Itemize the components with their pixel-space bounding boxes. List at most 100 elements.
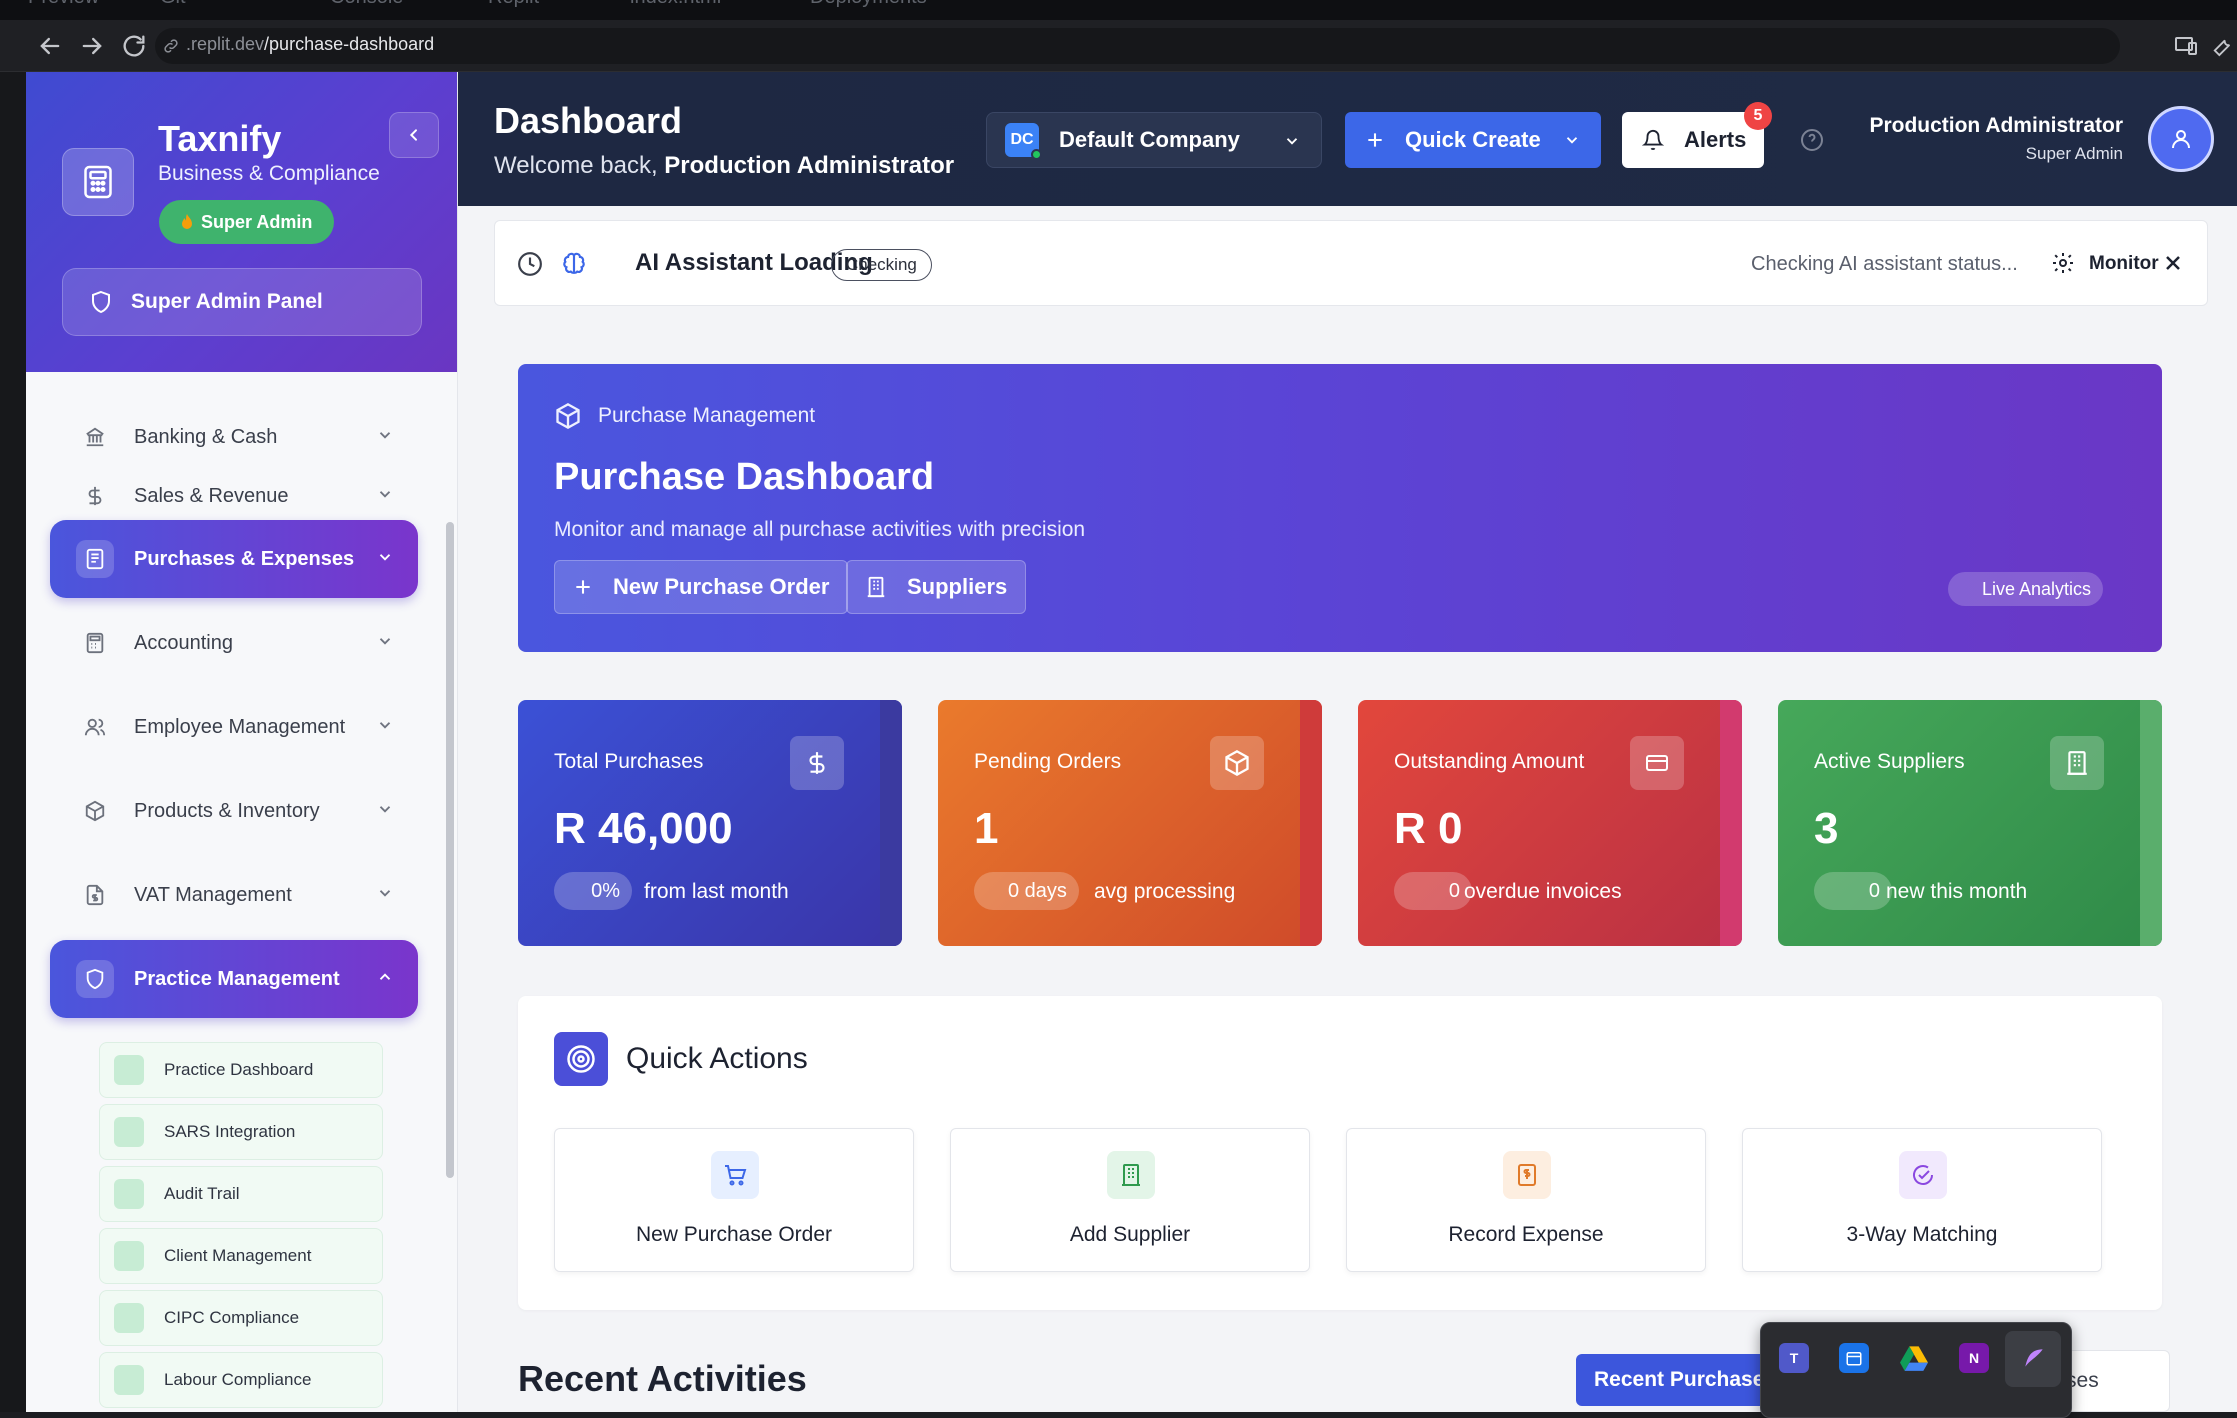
subitem-label: Audit Trail	[164, 1184, 240, 1203]
google-drive-icon[interactable]	[1899, 1343, 1929, 1373]
alerts-button[interactable]: Alerts	[1622, 112, 1764, 168]
cart-icon	[711, 1151, 759, 1199]
stat-label: Outstanding Amount	[1394, 750, 1585, 773]
browser-tab-console[interactable]: Console	[330, 0, 403, 16]
welcome-name: Production Administrator	[664, 152, 955, 179]
role-badge: Super Admin	[159, 200, 335, 244]
browser-tab-index[interactable]: index.html	[630, 0, 721, 16]
forward-arrow-icon[interactable]	[78, 32, 106, 60]
url-field[interactable]	[155, 28, 2120, 64]
live-analytics-badge: Live Analytics	[1948, 572, 2104, 606]
browser-tab-replit[interactable]: Replit	[488, 0, 539, 16]
suppliers-label: Suppliers	[907, 574, 1008, 599]
sidebar-scrollbar[interactable]	[446, 522, 454, 1178]
subitem-label: Practice Dashboard	[164, 1060, 314, 1079]
new-purchase-order-button[interactable]: New Purchase Order	[554, 560, 849, 614]
subitem-labour-compliance[interactable]: Labour Compliance	[99, 1352, 383, 1408]
ai-status-pill: Checking	[831, 249, 932, 281]
stat-change-pill: 0	[1814, 872, 1892, 910]
sidebar-item-label: Employee Management	[134, 715, 346, 738]
brain-icon	[561, 251, 587, 277]
sidebar-item-label: Sales & Revenue	[134, 484, 289, 507]
reload-icon[interactable]	[120, 32, 148, 60]
quick-action-3-way-matching[interactable]: 3-Way Matching	[1742, 1128, 2102, 1272]
sidebar-item-products-inventory[interactable]: Products & Inventory	[50, 772, 418, 850]
brand-subtitle: Business & Compliance	[158, 162, 380, 185]
sidebar-item-purchases-expenses[interactable]: Purchases & Expenses	[50, 520, 418, 598]
chevron-down-icon	[376, 426, 394, 444]
calendar-icon[interactable]	[1839, 1343, 1869, 1373]
quick-actions-card: Quick Actions New Purchase Order Add Sup…	[518, 996, 2162, 1310]
users-icon	[76, 708, 114, 746]
subitem-icon	[114, 1055, 144, 1085]
wrench-icon[interactable]	[2212, 32, 2234, 58]
plus-icon	[573, 577, 593, 597]
sidebar-item-label: Banking & Cash	[134, 425, 278, 448]
flame-icon	[181, 214, 193, 230]
calculator-icon	[62, 148, 134, 216]
user-name: Production Administrator	[1869, 114, 2123, 137]
quick-create-button[interactable]: Quick Create	[1345, 112, 1601, 168]
feather-pen-icon[interactable]	[2019, 1343, 2049, 1373]
quick-create-label: Quick Create	[1405, 127, 1541, 152]
page-title: Dashboard	[494, 100, 683, 141]
quick-action-add-supplier[interactable]: Add Supplier	[950, 1128, 1310, 1272]
browser-tab-preview[interactable]: Preview	[28, 0, 99, 16]
subitem-client-management[interactable]: Client Management	[99, 1228, 383, 1284]
monitor-button[interactable]: Monitor	[2089, 253, 2159, 275]
sidebar-item-employee-management[interactable]: Employee Management	[50, 688, 418, 766]
subitem-sars-integration[interactable]: SARS Integration	[99, 1104, 383, 1160]
calculator-icon	[76, 624, 114, 662]
url-host: .replit.dev	[186, 34, 265, 54]
quick-action-label: Record Expense	[1448, 1223, 1604, 1246]
help-circle-icon[interactable]	[1800, 128, 1824, 152]
collapse-sidebar-button[interactable]	[389, 112, 439, 158]
browser-tab-git[interactable]: Git	[160, 0, 186, 16]
subitem-icon	[114, 1179, 144, 1209]
stat-card-active-suppliers: Active Suppliers 3 0 new this month	[1778, 700, 2162, 946]
teams-icon[interactable]: T	[1779, 1343, 1809, 1373]
chevron-up-icon	[376, 968, 394, 986]
quick-action-new-purchase-order[interactable]: New Purchase Order	[554, 1128, 914, 1272]
sidebar-item-accounting[interactable]: Accounting	[50, 604, 418, 682]
back-arrow-icon[interactable]	[36, 32, 64, 60]
status-dot	[1031, 149, 1042, 160]
stat-label: Active Suppliers	[1814, 750, 1965, 773]
receipt-icon	[76, 540, 114, 578]
gear-icon[interactable]	[2051, 251, 2075, 275]
subitem-audit-trail[interactable]: Audit Trail	[99, 1166, 383, 1222]
user-avatar[interactable]	[2148, 106, 2214, 172]
receipt-icon	[1503, 1151, 1551, 1199]
role-badge-label: Super Admin	[201, 211, 313, 232]
suppliers-button[interactable]: Suppliers	[846, 560, 1027, 614]
close-icon[interactable]	[2161, 251, 2185, 275]
stat-card-total-purchases: Total Purchases R 46,000 0% from last mo…	[518, 700, 902, 946]
onenote-icon[interactable]: N	[1959, 1343, 1989, 1373]
browser-tab-deployments[interactable]: Deployments	[810, 0, 927, 16]
subitem-practice-dashboard[interactable]: Practice Dashboard	[99, 1042, 383, 1098]
chevron-down-icon	[376, 800, 394, 818]
ai-status-text: Checking AI assistant status...	[1751, 253, 2018, 275]
devices-icon[interactable]	[2174, 34, 2198, 58]
sidebar-item-practice-management[interactable]: Practice Management	[50, 940, 418, 1018]
quick-action-record-expense[interactable]: Record Expense	[1346, 1128, 1706, 1272]
alerts-count-badge: 5	[1744, 102, 1772, 130]
plus-icon	[1365, 130, 1385, 150]
sidebar-item-vat-management[interactable]: VAT Management	[50, 856, 418, 934]
subitem-cipc-compliance[interactable]: CIPC Compliance	[99, 1290, 383, 1346]
stat-change-pill: 0 days	[974, 872, 1079, 910]
stat-card-pending-orders: Pending Orders 1 0 days avg processing	[938, 700, 1322, 946]
building-icon	[2050, 736, 2104, 790]
sidebar-item-label: Purchases & Expenses	[134, 547, 355, 570]
super-admin-panel-button[interactable]: Super Admin Panel	[62, 268, 422, 336]
taskbar-tray-popup: T N	[1760, 1322, 2072, 1418]
credit-card-icon	[1630, 736, 1684, 790]
package-icon	[554, 402, 582, 430]
file-dollar-icon	[76, 876, 114, 914]
chevron-down-icon	[376, 632, 394, 650]
stat-note: new this month	[1886, 880, 2028, 903]
chevron-down-icon	[376, 716, 394, 734]
company-selector[interactable]: DC Default Company	[986, 112, 1322, 168]
building-icon	[865, 576, 887, 598]
check-circle-icon	[1899, 1151, 1947, 1199]
